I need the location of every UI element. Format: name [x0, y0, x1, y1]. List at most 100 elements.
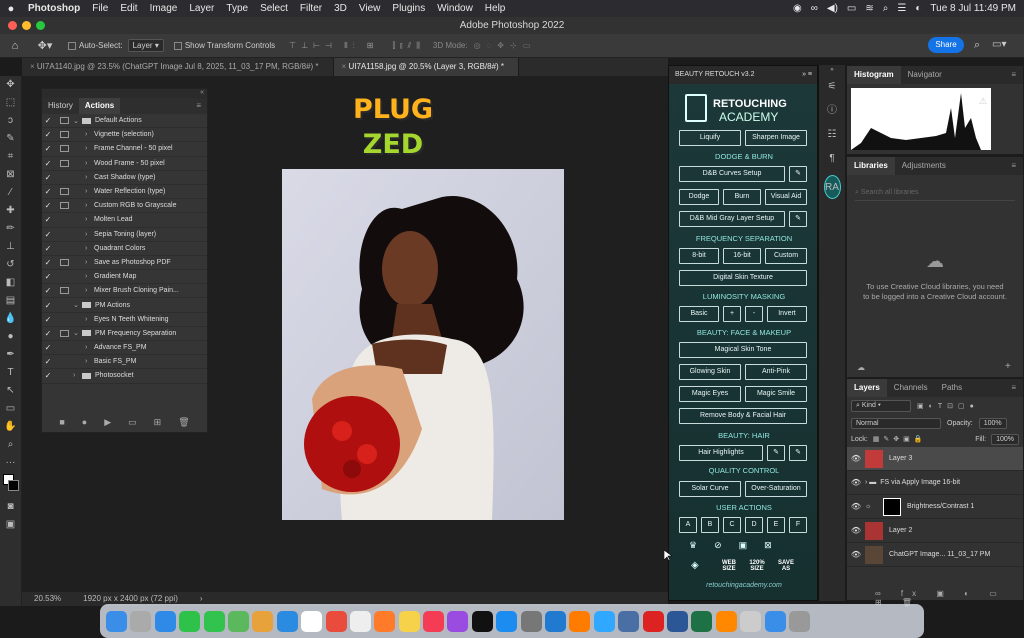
visual-aid-button[interactable]: Visual Aid [765, 189, 807, 205]
hand-tool-icon[interactable]: ✋ [0, 418, 21, 436]
action-enabled-checkmark[interactable]: ✓ [42, 244, 54, 253]
action-enabled-checkmark[interactable]: ✓ [42, 130, 54, 139]
panel-menu-icon[interactable]: ≡ [1004, 157, 1023, 175]
tab-document-1[interactable]: × UI7A1140.jpg @ 23.5% (ChatGPT Image Ju… [22, 58, 334, 76]
ra-badge[interactable]: RA [823, 175, 841, 199]
action-enabled-checkmark[interactable]: ✓ [42, 286, 54, 295]
chevron-right-icon[interactable]: › [85, 344, 94, 351]
skin-texture-button[interactable]: Digital Skin Texture [679, 270, 807, 286]
action-row[interactable]: ✓ › Vignette (selection) [42, 128, 207, 143]
crop-tool-icon[interactable]: ⌗ [0, 148, 21, 166]
transform-controls-checkbox[interactable] [173, 41, 182, 50]
action-row[interactable]: ✓ › Save as Photoshop PDF [42, 256, 207, 271]
dialog-toggle-box[interactable] [60, 131, 69, 139]
save-as-button[interactable]: SAVE AS [775, 560, 797, 572]
visibility-eye-icon[interactable]: 👁 [847, 478, 865, 487]
group-folder-icon[interactable]: › ▬ [865, 479, 876, 486]
dock-notes-icon[interactable] [398, 610, 420, 632]
control-center-icon[interactable]: ☰ [897, 3, 906, 14]
action-enabled-checkmark[interactable]: ✓ [42, 230, 54, 239]
action-row[interactable]: ✓ › Wood Frame - 50 pixel [42, 157, 207, 171]
zoom-level[interactable]: 20.53% [34, 592, 61, 606]
hair-highlights-button[interactable]: Hair Highlights [679, 445, 763, 461]
close-tab-icon[interactable]: × [30, 62, 35, 71]
action-row[interactable]: ✓ › Sepia Toning (layer) [42, 228, 207, 242]
over-saturation-button[interactable]: Over-Saturation [745, 481, 807, 497]
tab-layers[interactable]: Layers [847, 379, 887, 397]
sharpen-button[interactable]: Sharpen Image [745, 130, 807, 146]
dock-calendar-icon[interactable] [301, 610, 323, 632]
properties-icon[interactable]: ☷ [819, 123, 845, 147]
action-row[interactable]: ✓ › Basic FS_PM [42, 355, 207, 370]
action-enabled-checkmark[interactable]: ✓ [42, 201, 54, 210]
dock-photos-icon[interactable] [252, 610, 274, 632]
volume-icon[interactable]: ◀) [827, 3, 838, 14]
action-set-row[interactable]: ✓ › Photosocket [42, 369, 207, 384]
3d-mode-icons[interactable]: ◎◌✥⊹▭ [474, 41, 537, 50]
dialog-toggle-box[interactable] [60, 287, 69, 295]
8bit-button[interactable]: 8-bit [679, 248, 719, 264]
background-color[interactable] [8, 480, 19, 491]
zoom-window-icon[interactable] [36, 21, 45, 30]
magical-skin-button[interactable]: Magical Skin Tone [679, 342, 807, 358]
dock-facetime-icon[interactable] [179, 610, 201, 632]
stop-icon[interactable]: ■ [59, 417, 64, 427]
chevron-right-icon[interactable]: › [85, 358, 94, 365]
visibility-eye-icon[interactable]: 👁 [847, 454, 865, 463]
action-enabled-checkmark[interactable]: ✓ [42, 315, 54, 324]
magic-eyes-button[interactable]: Magic Eyes [679, 386, 741, 402]
chevron-right-icon[interactable]: › [85, 216, 94, 223]
dock-chrome-icon[interactable] [325, 610, 347, 632]
tab-histogram[interactable]: Histogram [847, 66, 901, 84]
eyedropper-tool-icon[interactable]: ⁄ [0, 184, 21, 202]
dock-safari-icon[interactable] [276, 610, 298, 632]
action-row[interactable]: ✓ › Eyes N Teeth Whitening [42, 313, 207, 327]
chevron-right-icon[interactable]: › [85, 316, 94, 323]
action-enabled-checkmark[interactable]: ✓ [42, 371, 54, 380]
dock-vs-code-icon[interactable] [545, 610, 567, 632]
layer-row[interactable]: 👁 Layer 2 [847, 519, 1023, 543]
chevron-right-icon[interactable]: › [85, 287, 94, 294]
new-set-icon[interactable]: ▭ [128, 417, 137, 428]
user-action-c[interactable]: C [723, 517, 741, 533]
dock-photoshop-icon[interactable] [593, 610, 615, 632]
action-row[interactable]: ✓ › Cast Shadow (type) [42, 171, 207, 185]
quick-select-tool-icon[interactable]: ✎ [0, 130, 21, 148]
record-action-icon[interactable]: ● [82, 417, 87, 427]
blend-mode-dropdown[interactable]: Normal [851, 417, 941, 429]
action-row[interactable]: ✓ › Gradient Map [42, 270, 207, 285]
chevron-right-icon[interactable]: › [85, 259, 94, 266]
liquify-button[interactable]: Liquify [679, 130, 741, 146]
layer-thumbnail[interactable] [865, 521, 883, 540]
stamp-tool-icon[interactable]: ⊥ [0, 238, 21, 256]
user-action-a[interactable]: A [679, 517, 697, 533]
dock-opera-icon[interactable] [642, 610, 664, 632]
tab-navigator[interactable]: Navigator [901, 66, 949, 84]
action-row[interactable]: ✓ › Frame Channel - 50 pixel [42, 142, 207, 157]
close-tab-icon[interactable]: × [342, 62, 347, 71]
screen-mode-icon[interactable]: ▣ [0, 516, 21, 534]
dock-vlc-icon[interactable] [715, 610, 737, 632]
workspace-icon[interactable]: ▭▾ [992, 39, 1006, 50]
menu-3d[interactable]: 3D [328, 3, 353, 14]
remove-hair-button[interactable]: Remove Body & Facial Hair [679, 408, 807, 424]
add-library-icon[interactable]: + [1005, 361, 1011, 372]
layer-name[interactable]: Layer 2 [889, 527, 912, 534]
visibility-eye-icon[interactable]: 👁 [847, 502, 865, 511]
layer-name[interactable]: ChatGPT Image... 11_03_17 PM [889, 551, 990, 558]
dialog-toggle-box[interactable] [60, 202, 69, 210]
library-search-field[interactable]: ⌕ Search all libraries [855, 189, 1015, 201]
record-icon[interactable]: ◉ [793, 3, 802, 14]
action-enabled-checkmark[interactable]: ✓ [42, 258, 54, 267]
color-swatches[interactable] [0, 472, 21, 498]
quick-mask-icon[interactable]: ◙ [0, 498, 21, 516]
action-row[interactable]: ✓ › Custom RGB to Grayscale [42, 199, 207, 214]
warning-icon[interactable]: ⚠ [979, 96, 987, 107]
layer-name[interactable]: Layer 3 [889, 455, 912, 462]
wifi-icon[interactable]: ≋ [865, 3, 873, 14]
action-enabled-checkmark[interactable]: ✓ [42, 116, 54, 125]
user-action-e[interactable]: E [767, 517, 785, 533]
info-icon[interactable]: ⓘ [819, 99, 845, 123]
visibility-eye-icon[interactable]: 👁 [847, 550, 865, 559]
action-enabled-checkmark[interactable]: ✓ [42, 187, 54, 196]
